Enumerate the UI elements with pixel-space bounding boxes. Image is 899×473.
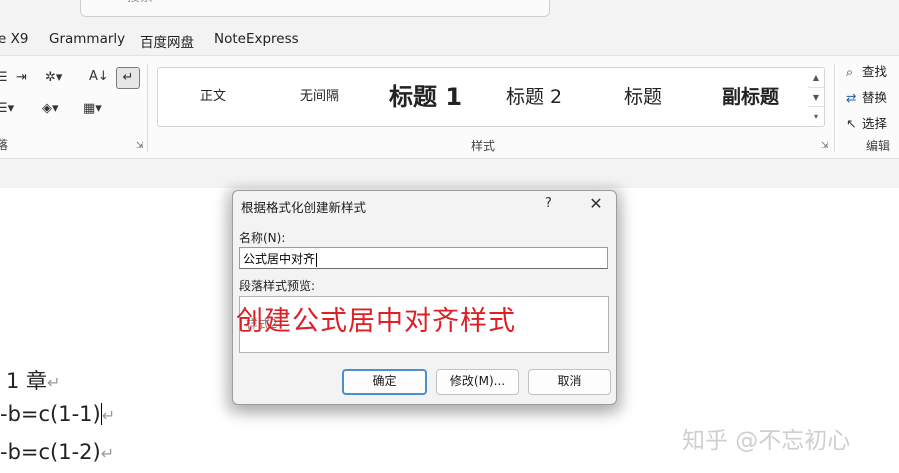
paragraph-mark-icon: ↵ <box>101 406 116 425</box>
tab-x9[interactable]: e X9 <box>0 31 28 47</box>
preview-label: 段落样式预览: <box>239 279 316 293</box>
find-button[interactable]: ⌕ 查找 <box>846 61 887 80</box>
replace-button[interactable]: ⇄ 替换 <box>846 87 887 106</box>
replace-icon: ⇄ <box>846 90 857 105</box>
scroll-down-icon[interactable]: ▼ <box>808 87 824 107</box>
styles-gallery: 正文 无间隔 标题 1 标题 2 标题 副标题 <box>157 67 810 127</box>
paragraph-mark-icon: ↵ <box>100 444 115 463</box>
line-spacing-icon[interactable]: ☰▾ <box>0 101 14 116</box>
red-annotation: 创建公式居中对齐样式 <box>236 306 516 337</box>
modify-button[interactable]: 修改(M)... <box>436 369 519 395</box>
ok-button[interactable]: 确定 <box>342 369 427 395</box>
cancel-button[interactable]: 取消 <box>528 369 611 395</box>
tab-baidu-netdisk[interactable]: 百度网盘 <box>140 31 194 51</box>
cursor-icon: ↖ <box>846 116 857 131</box>
scroll-up-icon[interactable]: ▲ <box>808 68 824 87</box>
style-subtitle[interactable]: 副标题 <box>722 68 779 126</box>
style-heading-1[interactable]: 标题 1 <box>389 68 462 126</box>
styles-gallery-scroll: ▲ ▼ ▾ <box>808 67 825 127</box>
doc-line-chapter: 1 章↵ <box>6 369 61 393</box>
style-normal[interactable]: 正文 <box>200 68 226 126</box>
styles-group-label: 样式 <box>471 139 496 153</box>
search-icon: ⌕ <box>103 0 110 2</box>
paragraph-mark-icon: ↵ <box>47 373 61 392</box>
tab-noteexpress[interactable]: NoteExpress <box>214 31 299 47</box>
name-label: 名称(N): <box>239 231 286 245</box>
style-name-input[interactable]: 公式居中对齐 <box>239 247 608 269</box>
create-style-dialog: 根据格式化创建新样式 ? ✕ 名称(N): 公式居中对齐 段落样式预览: 样式2… <box>232 190 617 405</box>
input-caret <box>316 252 318 267</box>
find-icon: ⌕ <box>846 64 854 79</box>
help-button[interactable]: ? <box>545 196 552 211</box>
group-divider <box>834 64 835 152</box>
dialog-title: 根据格式化创建新样式 <box>241 200 367 215</box>
style-heading-2[interactable]: 标题 2 <box>506 68 562 126</box>
close-icon[interactable]: ✕ <box>585 193 607 215</box>
tab-grammarly[interactable]: Grammarly <box>49 31 125 47</box>
paragraph-group-label: 落 <box>0 138 9 152</box>
show-marks-icon[interactable]: ↵ <box>116 67 140 89</box>
editing-group-label: 编辑 <box>866 139 891 153</box>
styles-dialog-launcher-icon[interactable]: ⇲ <box>821 141 829 151</box>
sort-icon[interactable]: A↓ <box>89 69 109 84</box>
group-divider <box>147 64 148 152</box>
chinese-layout-icon[interactable]: ✲▾ <box>45 70 62 85</box>
borders-icon[interactable]: ▦▾ <box>83 101 102 116</box>
select-button[interactable]: ↖ 选择 <box>846 113 887 132</box>
search-box[interactable]: ⌕ 搜索 <box>80 0 550 17</box>
gallery-expand-icon[interactable]: ▾ <box>808 106 824 126</box>
search-placeholder: 搜索 <box>127 0 153 5</box>
ribbon: ⌕ 搜索 e X9 Grammarly 百度网盘 NoteExpress ☰ ⇥… <box>0 0 899 188</box>
style-no-spacing[interactable]: 无间隔 <box>300 68 339 126</box>
doc-line-formula-1: -b=c(1-1)↵ <box>0 402 116 426</box>
decrease-indent-icon[interactable]: ☰ <box>0 70 8 85</box>
shading-icon[interactable]: ◈▾ <box>42 101 59 116</box>
watermark: 知乎 @不忘初心 <box>682 428 851 454</box>
style-title[interactable]: 标题 <box>624 68 662 126</box>
doc-line-formula-2: -b=c(1-2)↵ <box>0 440 115 464</box>
paragraph-dialog-launcher-icon[interactable]: ⇲ <box>136 141 144 151</box>
increase-indent-icon[interactable]: ⇥ <box>16 70 27 85</box>
